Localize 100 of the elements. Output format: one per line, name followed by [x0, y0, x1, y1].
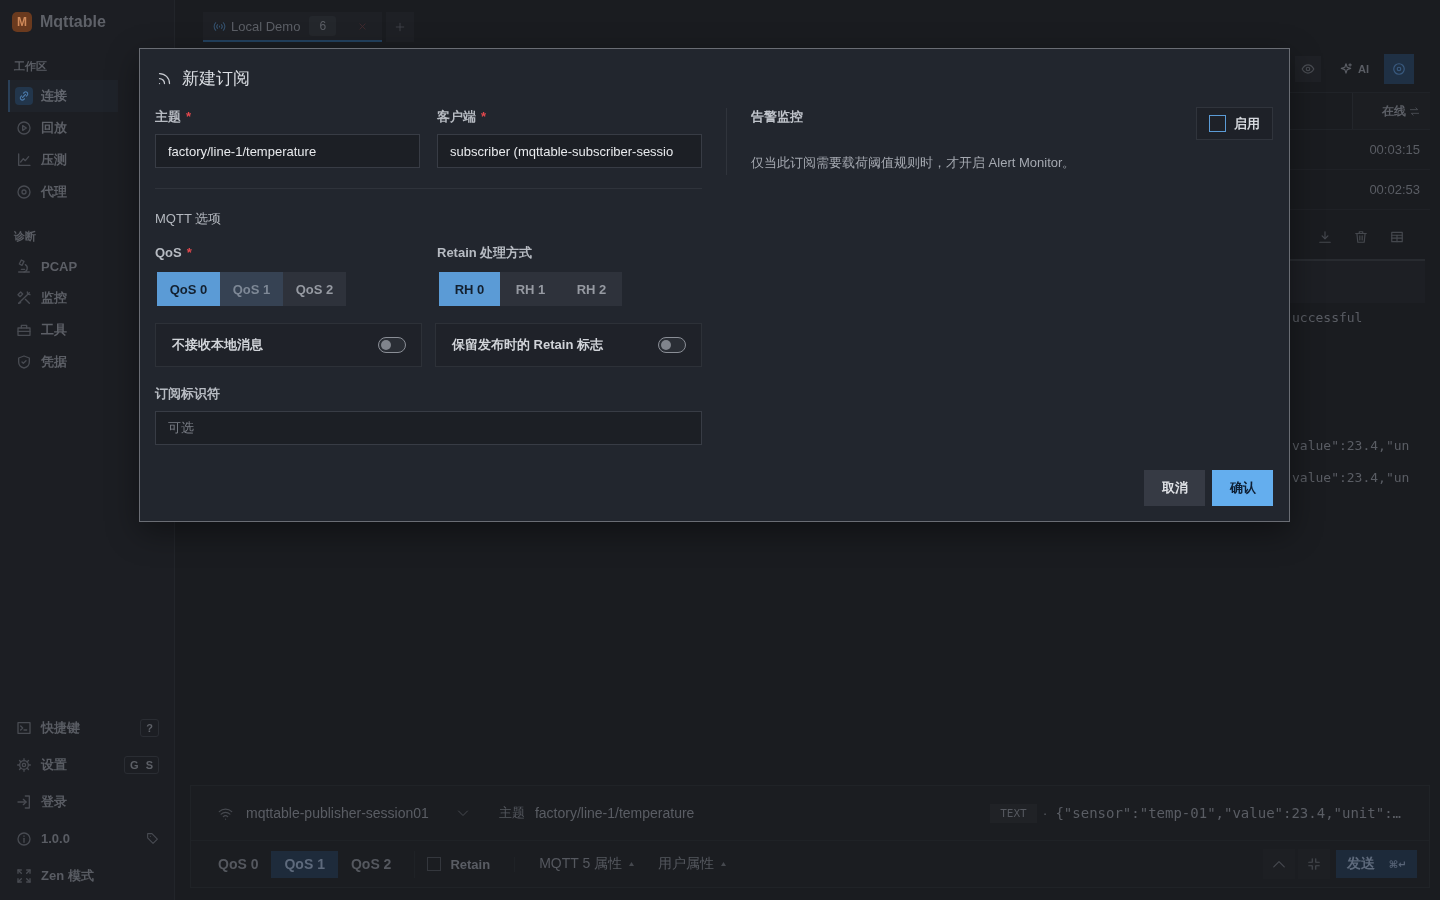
caret-icon — [629, 862, 635, 866]
checkbox[interactable] — [1209, 115, 1226, 132]
topic-input[interactable]: factory/line-1/temperature — [534, 805, 695, 821]
topic-label: 主题 — [498, 804, 525, 822]
target-button[interactable] — [1384, 54, 1414, 84]
add-tab-button[interactable] — [386, 12, 414, 42]
download-button[interactable] — [1318, 230, 1332, 244]
field-label: Retain 处理方式 — [437, 244, 533, 262]
caret-icon — [721, 862, 727, 866]
alert-description: 仅当此订阅需要载荷阈值规则时，才开启 Alert Monitor。 — [751, 154, 1077, 172]
section-title: MQTT 选项 — [155, 210, 222, 228]
column-header: 在线 — [1382, 102, 1406, 120]
table-cell: 00:02:53 — [1369, 182, 1420, 197]
sidebar-action[interactable]: 1.0.0 — [0, 820, 174, 857]
sidebar-item[interactable]: 压测 — [8, 144, 118, 176]
tag-icon — [146, 832, 159, 845]
log-line: uccessful — [1291, 309, 1363, 327]
shield-check-icon — [16, 354, 32, 370]
target-icon — [16, 184, 32, 200]
retain-handling-option[interactable]: RH 0 — [439, 272, 500, 306]
sign-in-icon — [16, 793, 32, 810]
section-title: 工作区 — [14, 59, 47, 73]
sidebar-action[interactable]: 登录 — [0, 783, 174, 820]
qos-option[interactable]: QoS 2 — [337, 850, 405, 878]
expander-button[interactable]: 用户属性 — [658, 855, 727, 873]
swap-icon — [1409, 105, 1420, 117]
info-icon — [16, 830, 32, 847]
app-name: Mqttable — [40, 13, 106, 31]
retain-handling-option[interactable]: RH 2 — [561, 272, 622, 306]
signal-icon — [213, 19, 226, 33]
sidebar-item[interactable]: 代理 — [8, 176, 118, 208]
retain-checkbox[interactable] — [427, 857, 442, 871]
sparkle-icon — [1339, 62, 1353, 76]
subscription-id-field[interactable]: 可选 — [155, 411, 702, 445]
sidebar-item[interactable]: 连接 — [8, 80, 118, 112]
microscope-icon — [16, 258, 32, 274]
client-select[interactable]: mqttable-publisher-session01 — [246, 805, 469, 821]
close-icon — [358, 21, 367, 31]
expand-icon — [16, 867, 32, 884]
format-badge[interactable]: TEXT — [990, 803, 1037, 823]
section-title: 告警监控 — [751, 108, 803, 126]
target-icon — [1392, 62, 1406, 76]
option-label: 不接收本地消息 — [172, 336, 263, 354]
field-label: QoS * — [155, 244, 192, 262]
log-line: value":23.4,"un — [1291, 437, 1410, 455]
play-circle-icon — [16, 120, 32, 136]
toggle-switch[interactable] — [378, 337, 406, 353]
table-icon — [1390, 230, 1404, 244]
topic-field[interactable]: factory/line-1/temperature — [155, 134, 420, 168]
terminal-icon — [16, 719, 32, 736]
retain-label: Retain — [450, 856, 516, 872]
send-button[interactable]: 发送 ⌘↵ — [1336, 850, 1417, 878]
sidebar-item[interactable]: 回放 — [8, 112, 118, 144]
rss-icon — [157, 70, 172, 86]
qos-option[interactable]: QoS 2 — [283, 272, 346, 306]
qos-option[interactable]: QoS 0 — [205, 850, 272, 878]
option-label: 保留发布时的 Retain 标志 — [452, 336, 603, 354]
enable-button[interactable]: 启用 — [1196, 107, 1273, 140]
sidebar-action[interactable]: 设置 G S — [0, 746, 174, 783]
sidebar-item[interactable]: PCAP — [8, 250, 118, 282]
sidebar-item[interactable]: 凭据 — [8, 346, 118, 378]
retain-handling-option[interactable]: RH 1 — [500, 272, 561, 306]
line-chart-icon — [16, 152, 32, 168]
toggle-switch[interactable] — [658, 337, 686, 353]
shortcut-key: ? — [140, 718, 159, 737]
sidebar-action[interactable]: 快捷键 ? — [0, 709, 174, 746]
eye-icon — [1301, 62, 1315, 76]
shortcut-key: G S — [124, 755, 159, 774]
toolbox-icon — [16, 322, 32, 338]
field-label: 订阅标识符 — [155, 385, 220, 403]
download-icon — [1318, 230, 1332, 244]
logo-mark: M — [12, 12, 32, 32]
client-select[interactable]: subscriber (mqttable-subscriber-sessio — [437, 134, 702, 168]
separator-dot: · — [1042, 805, 1048, 821]
table-view-button[interactable] — [1390, 230, 1404, 244]
dialog-title: 新建订阅 — [182, 67, 250, 90]
qos-option[interactable]: QoS 0 — [157, 272, 220, 306]
preview-button[interactable] — [1295, 56, 1321, 82]
gear-icon — [16, 756, 32, 773]
sidebar-item[interactable]: 监控 — [8, 282, 118, 314]
compress-icon — [1307, 857, 1321, 871]
ai-button[interactable]: AI — [1335, 56, 1373, 82]
sidebar-item[interactable]: 工具 — [8, 314, 118, 346]
tools-icon — [16, 290, 32, 306]
cancel-button[interactable]: 取消 — [1144, 470, 1205, 506]
field-label: 主题 * — [155, 108, 192, 126]
confirm-button[interactable]: 确认 — [1212, 470, 1273, 506]
log-line: value":23.4,"un — [1291, 469, 1410, 487]
chain-link-icon — [15, 87, 33, 105]
table-cell: 00:03:15 — [1369, 142, 1420, 157]
expander-button[interactable]: MQTT 5 属性 — [539, 855, 635, 873]
qos-option[interactable]: QoS 1 — [271, 850, 338, 878]
field-label: 客户端 * — [437, 108, 487, 126]
payload-preview[interactable]: {"sensor":"temp-01","value":23.4,"unit":… — [1055, 805, 1401, 821]
trash-icon — [1354, 230, 1368, 244]
sidebar-action[interactable]: Zen 模式 — [0, 857, 174, 894]
delete-button[interactable] — [1354, 230, 1368, 244]
qos-option[interactable]: QoS 1 — [220, 272, 283, 306]
plus-icon — [395, 22, 405, 32]
section-title: 诊断 — [14, 229, 36, 243]
